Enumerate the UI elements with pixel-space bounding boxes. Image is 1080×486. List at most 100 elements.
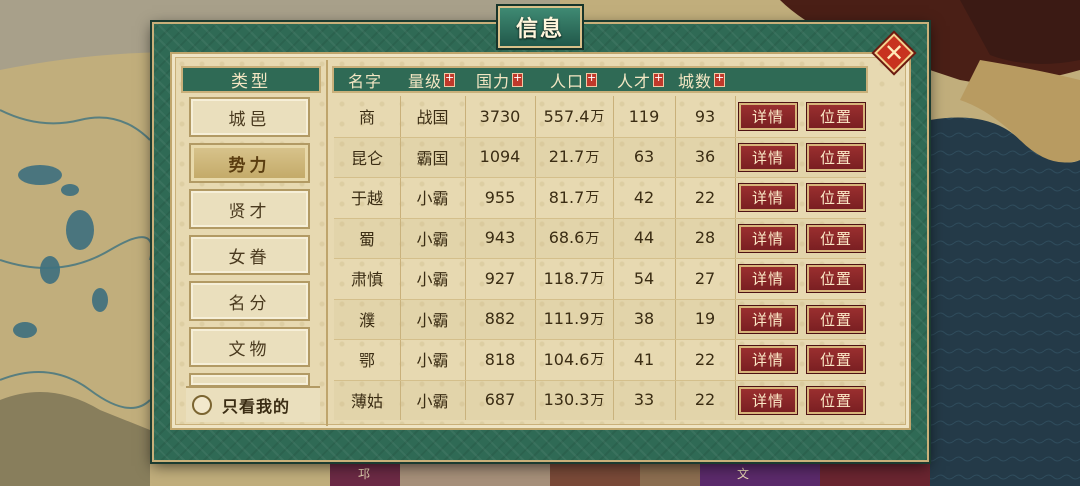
only-mine-label: 只看我的 (222, 397, 291, 416)
sort-cities-icon[interactable] (714, 71, 726, 87)
cities-value: 19 (694, 309, 716, 328)
sort-population-icon[interactable] (586, 71, 598, 87)
col-header-name[interactable]: 名字 (348, 68, 382, 91)
cell-talent: 119 (613, 96, 675, 136)
sort-talent-icon[interactable] (653, 71, 665, 87)
cell-name: 鄂 (334, 339, 400, 379)
row-separator (334, 379, 866, 381)
pop-value: 557.4 (543, 106, 590, 126)
faction-row: 鄂 小霸 818 104.6 万 41 22 详情 位置 (334, 339, 866, 379)
col-header-power[interactable]: 国力 (476, 68, 524, 91)
detail-button[interactable]: 详情 (739, 305, 797, 333)
cell-cities: 93 (675, 96, 735, 136)
cities-value: 22 (694, 187, 716, 207)
faction-row: 薄姑 小霸 687 130.3 万 33 22 详情 位置 (334, 379, 866, 420)
talent-value: 54 (633, 268, 655, 288)
location-button[interactable]: 位置 (807, 386, 865, 414)
pop-value: 68.6 (548, 228, 585, 247)
pop-value: 130.3 (543, 390, 590, 409)
power-value: 1094 (479, 147, 521, 166)
talent-value: 63 (633, 147, 655, 166)
col-header-talent[interactable]: 人才 (617, 68, 665, 91)
rank-value: 小霸 (416, 189, 449, 208)
cell-pop: 104.6 万 (535, 339, 613, 379)
category-button-2[interactable]: 贤才 (189, 189, 310, 229)
power-value: 687 (484, 390, 516, 409)
cell-cities: 22 (675, 177, 735, 217)
only-mine-radio[interactable] (192, 395, 212, 415)
cell-cities: 19 (675, 299, 735, 339)
category-button-more[interactable] (189, 373, 310, 387)
col-population-label: 人口 (550, 71, 585, 91)
location-button[interactable]: 位置 (807, 305, 865, 333)
name-value: 于越 (350, 189, 383, 208)
sort-rank-icon[interactable] (444, 71, 456, 87)
col-header-cities[interactable]: 城数 (678, 68, 726, 91)
cell-rank: 小霸 (400, 177, 465, 217)
cell-talent: 41 (613, 339, 675, 379)
name-value: 肃慎 (350, 270, 383, 289)
power-value: 3730 (479, 106, 521, 126)
talent-value: 119 (628, 106, 660, 126)
sort-power-icon[interactable] (512, 71, 524, 87)
map-label-wen: 文 (737, 466, 749, 481)
detail-button[interactable]: 详情 (739, 184, 797, 211)
cell-power: 943 (465, 218, 535, 258)
cell-name: 于越 (334, 177, 400, 217)
col-header-population[interactable]: 人口 (550, 68, 598, 91)
col-rank-label: 量级 (408, 71, 443, 91)
cities-value: 22 (694, 390, 716, 409)
detail-button[interactable]: 详情 (739, 103, 797, 130)
unit-wan: 万 (590, 392, 605, 409)
detail-button[interactable]: 详情 (739, 265, 797, 292)
location-button[interactable]: 位置 (807, 224, 865, 252)
col-cities-label: 城数 (678, 71, 713, 91)
cell-rank: 战国 (400, 96, 465, 136)
panel-divider (326, 60, 328, 426)
unit-wan: 万 (585, 230, 600, 247)
unit-wan: 万 (585, 149, 600, 166)
location-button[interactable]: 位置 (807, 143, 865, 171)
only-mine-toggle[interactable]: 只看我的 (186, 386, 320, 422)
location-button[interactable]: 位置 (807, 184, 865, 211)
detail-button[interactable]: 详情 (739, 224, 797, 252)
name-value: 濮 (358, 310, 375, 330)
name-value: 蜀 (358, 229, 375, 249)
pop-value: 118.7 (543, 268, 590, 288)
category-button-4[interactable]: 名分 (189, 281, 310, 321)
unit-wan: 万 (590, 352, 605, 368)
category-button-1[interactable]: 势力 (189, 143, 310, 183)
location-button[interactable]: 位置 (807, 346, 865, 373)
col-header-rank[interactable]: 量级 (408, 68, 456, 91)
cell-power: 955 (465, 177, 535, 217)
name-value: 昆仑 (350, 148, 383, 168)
cell-talent: 33 (613, 380, 675, 420)
detail-button[interactable]: 详情 (739, 386, 797, 414)
category-button-5[interactable]: 文物 (189, 327, 310, 367)
cell-talent: 54 (613, 258, 675, 298)
col-name-label: 名字 (348, 71, 383, 91)
row-separator (334, 339, 866, 340)
location-button[interactable]: 位置 (807, 265, 865, 292)
cities-value: 93 (694, 106, 716, 126)
pop-value: 111.9 (543, 309, 590, 328)
pop-value: 81.7 (548, 187, 585, 207)
detail-button[interactable]: 详情 (739, 143, 797, 171)
cell-cities: 28 (675, 218, 735, 258)
location-button[interactable]: 位置 (807, 103, 865, 130)
detail-button[interactable]: 详情 (739, 346, 797, 373)
cell-cities: 36 (675, 137, 735, 177)
category-button-0[interactable]: 城邑 (189, 97, 310, 137)
cell-rank: 小霸 (400, 258, 465, 298)
cell-rank: 小霸 (400, 218, 465, 258)
rank-value: 小霸 (416, 229, 449, 249)
faction-row: 于越 小霸 955 81.7 万 42 22 详情 位置 (334, 177, 866, 217)
table-header: 名字 量级 国力 人口 人才 城数 (332, 66, 868, 93)
cell-pop: 81.7 万 (535, 177, 613, 217)
dialog-title: 信息 (498, 6, 582, 48)
cities-value: 28 (694, 228, 716, 247)
rank-value: 小霸 (416, 351, 449, 370)
cell-pop: 130.3 万 (535, 380, 613, 420)
category-button-3[interactable]: 女眷 (189, 235, 310, 275)
close-button[interactable]: ✕ (874, 33, 914, 73)
